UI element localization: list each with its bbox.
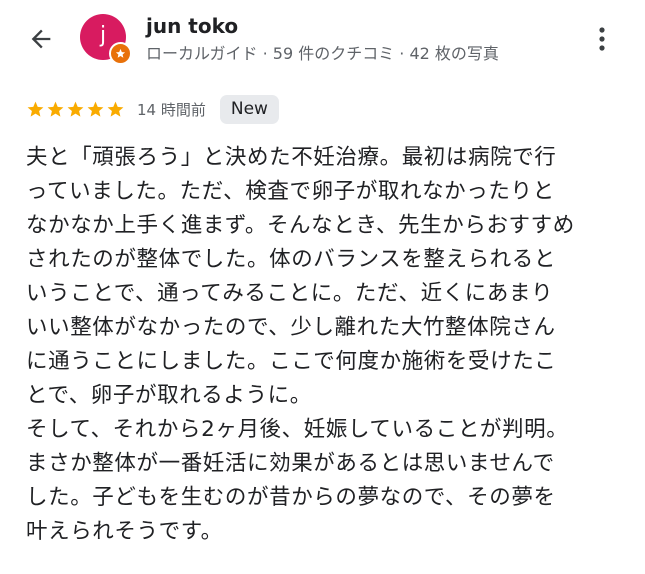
more-vert-icon [599, 27, 605, 51]
review-text-line: 夫と「頑張ろう」と決めた不妊治療。最初は病院で行 [26, 145, 557, 170]
review-text-line: っていました。ただ、検査で卵子が取れなかったりと [26, 179, 555, 204]
more-options-button[interactable] [590, 22, 614, 56]
review-text: 夫と「頑張ろう」と決めた不妊治療。最初は病院で行 っていました。ただ、検査で卵子が… [26, 141, 616, 549]
review-time: 14 時間前 [137, 100, 206, 119]
review-text-line: に通うことにしました。ここで何度か施術を受けたこ [26, 349, 557, 374]
star-icon [67, 101, 84, 117]
review-text-line: いい整体がなかったので、少し離れた大竹整体院さん [26, 315, 556, 340]
local-guide-star-icon [109, 42, 132, 65]
review-header: j jun toko ローカルガイド · 59 件のクチコミ · 42 枚の写真 [0, 0, 645, 80]
review-text-line: まさか整体が一番妊活に効果があるとは思いませんで [26, 451, 555, 476]
star-rating [26, 100, 125, 119]
arrow-back-icon [31, 29, 51, 49]
rating-row: 14 時間前 New [26, 94, 279, 124]
review-text-line: とで、卵子が取れるように。 [26, 383, 312, 408]
review-text-line: なかなか上手く進まず。そんなとき、先生からおすすめ [26, 213, 575, 238]
back-button[interactable] [24, 22, 58, 56]
new-badge: New [219, 94, 279, 124]
review-text-line: いうことで、通ってみることに。ただ、近くにあまり [26, 281, 554, 306]
reviewer-name[interactable]: jun toko [146, 14, 238, 38]
reviewer-meta: ローカルガイド · 59 件のクチコミ · 42 枚の写真 [146, 44, 499, 63]
avatar-letter: j [99, 23, 107, 48]
review-text-line: されたのが整体でした。体のバランスを整えられると [26, 247, 556, 272]
star-icon [27, 101, 44, 117]
review-text-line: した。子どもを生むのが昔からの夢なので、その夢を [26, 485, 556, 510]
star-icon [87, 101, 104, 117]
star-icon [107, 101, 124, 117]
review-text-line: 叶えられそうです。 [26, 519, 223, 544]
review-text-line: そして、それから2ヶ月後、妊娠していることが判明。 [26, 417, 569, 442]
star-icon [47, 101, 64, 117]
